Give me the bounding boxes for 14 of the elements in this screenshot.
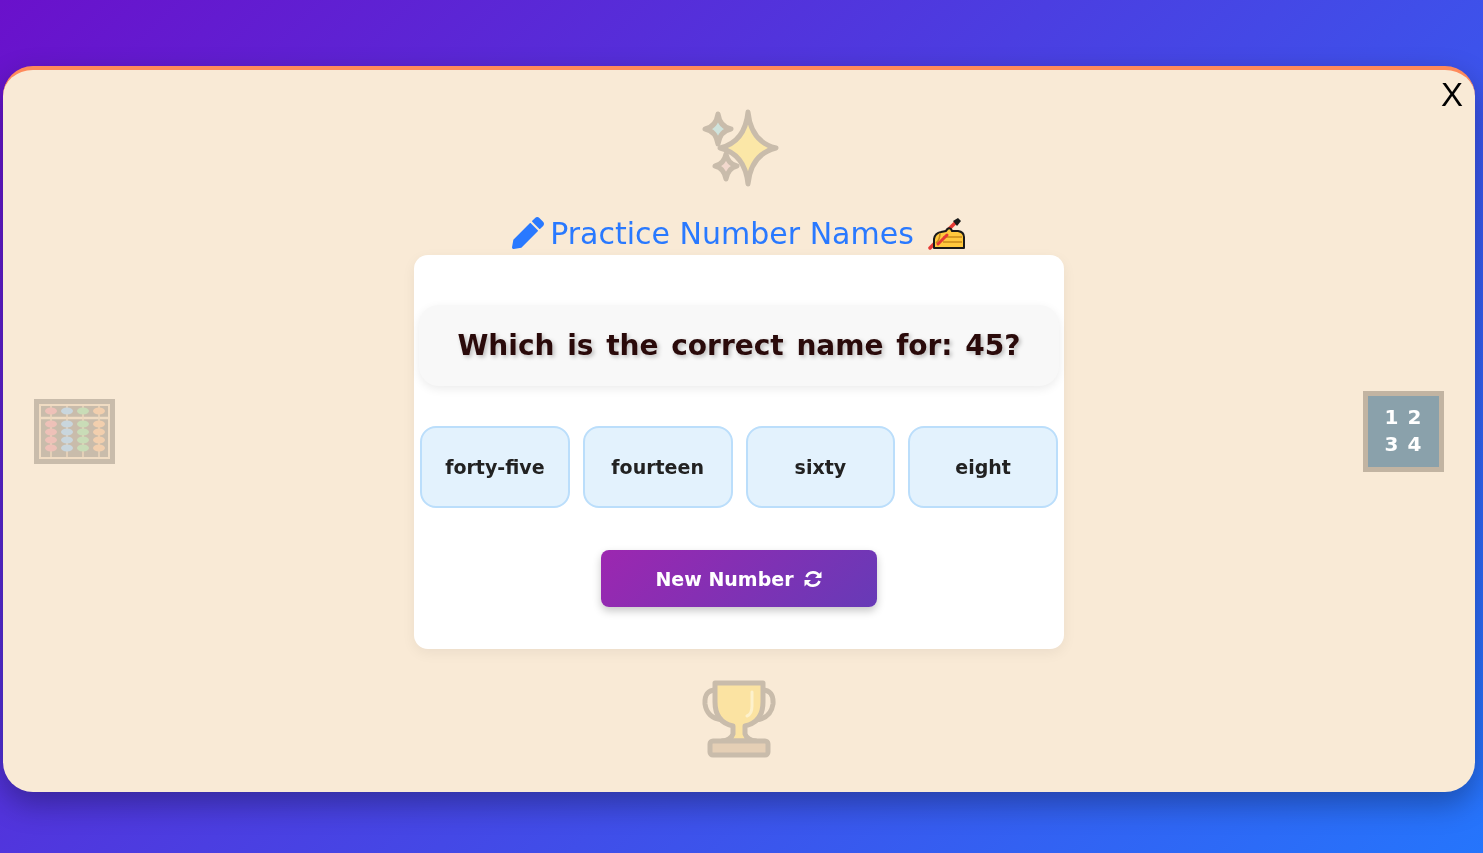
answer-option[interactable]: sixty [745, 426, 896, 508]
writing-hand-icon [927, 216, 966, 250]
answer-option[interactable]: fourteen [582, 426, 733, 508]
new-number-button[interactable]: New Number [601, 550, 877, 607]
answer-option[interactable]: forty-five [420, 426, 570, 508]
pencil-icon [512, 217, 545, 249]
number-tile: 1 2 3 4 [1363, 390, 1444, 472]
answer-option[interactable]: eight [908, 426, 1058, 508]
quiz-title: Practice Number Names [550, 215, 914, 251]
abacus-icon [34, 398, 115, 464]
trophy-icon [700, 678, 778, 758]
close-button[interactable]: X [1439, 76, 1465, 114]
question-text: Which is the correct name for: 45? [457, 329, 1021, 362]
refresh-icon [802, 568, 823, 589]
